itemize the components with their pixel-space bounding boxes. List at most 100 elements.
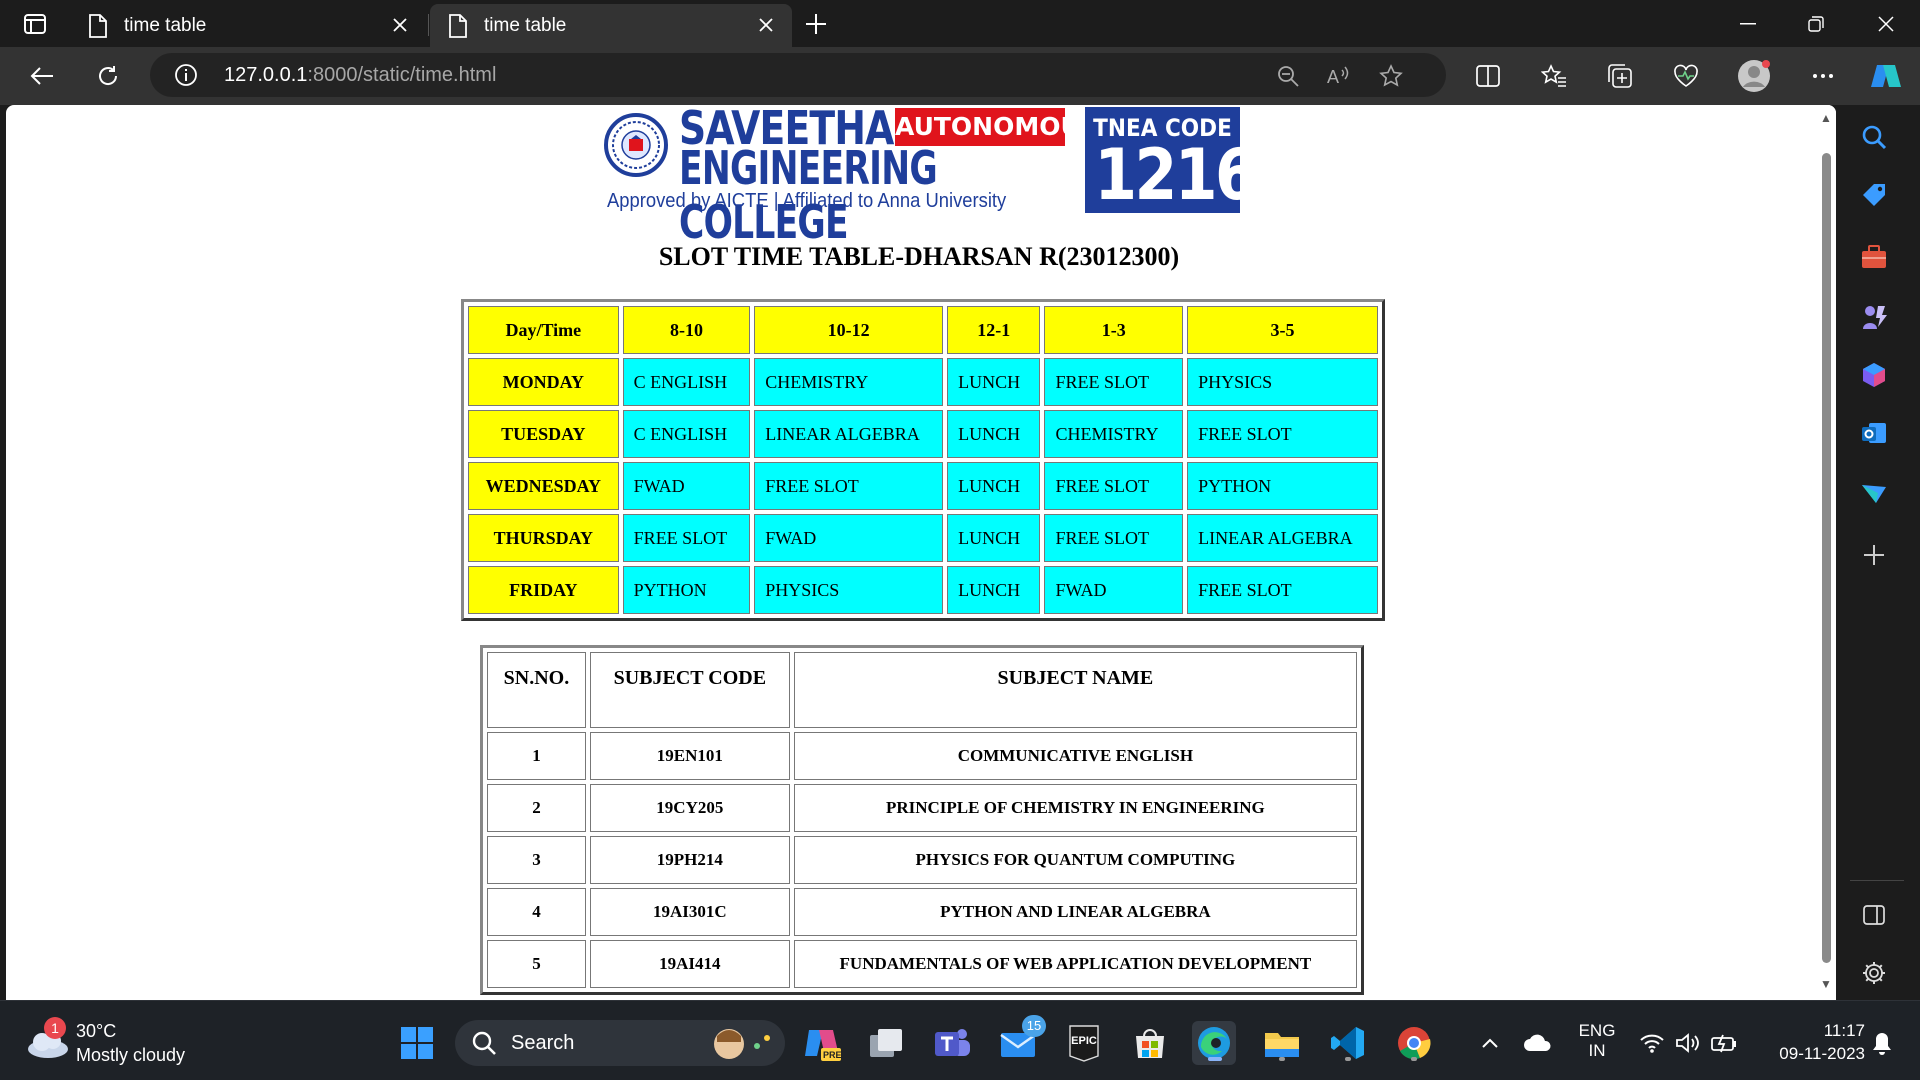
subject-row: 5 19AI414 FUNDAMENTALS OF WEB APPLICATIO… (487, 940, 1357, 988)
timetable-row: TUESDAY C ENGLISH LINEAR ALGEBRA LUNCH C… (468, 410, 1378, 458)
timetable-row: WEDNESDAY FWAD FREE SLOT LUNCH FREE SLOT… (468, 462, 1378, 510)
day-cell: MONDAY (468, 358, 619, 406)
send-drop-icon[interactable] (1856, 475, 1892, 511)
notification-bell-icon[interactable] (1860, 1021, 1904, 1065)
subjects-header-cell: SN.NO. (487, 652, 586, 728)
add-sidebar-app-icon[interactable] (1856, 537, 1892, 573)
teams-icon[interactable] (930, 1021, 974, 1065)
microsoft-store-icon[interactable] (1128, 1021, 1172, 1065)
onedrive-cloud-icon[interactable] (1516, 1021, 1560, 1065)
address-bar[interactable]: 127.0.0.1:8000/static/time.html A (150, 53, 1446, 97)
college-logo: SAVEETHA AUTONOMOUS ENGINEERING COLLEGE … (603, 105, 1258, 249)
clock-date: 09-11-2023 (1779, 1044, 1865, 1063)
slot-cell: FWAD (754, 514, 944, 562)
new-tab-plus-icon[interactable] (800, 8, 832, 40)
vertical-scrollbar[interactable]: ▲ ▼ (1816, 105, 1836, 1000)
close-tab-icon[interactable] (388, 13, 412, 37)
mail-count-badge: 15 (1022, 1015, 1046, 1037)
profile-avatar[interactable] (1734, 56, 1774, 96)
running-indicator (1279, 1057, 1285, 1061)
day-cell: WEDNESDAY (468, 462, 619, 510)
slot-cell: CHEMISTRY (1044, 410, 1184, 458)
language-code: ENG (1578, 1021, 1616, 1040)
epic-games-icon[interactable]: EPIC (1062, 1021, 1106, 1065)
search-highlight-icon (714, 1029, 770, 1059)
restore-icon[interactable] (1782, 0, 1850, 47)
slot-cell: FREE SLOT (1044, 358, 1184, 406)
subject-code: 19AI301C (589, 888, 790, 936)
scroll-up-arrow-icon[interactable]: ▲ (1819, 111, 1833, 125)
slot-cell: PYTHON (1187, 462, 1378, 510)
subject-row: 1 19EN101 COMMUNICATIVE ENGLISH (487, 732, 1357, 780)
rail-divider (1850, 880, 1904, 881)
copilot-pre-icon[interactable]: PRE (800, 1021, 844, 1065)
subject-name: PRINCIPLE OF CHEMISTRY IN ENGINEERING (793, 784, 1357, 832)
tab-actions-icon[interactable] (18, 10, 52, 38)
day-cell: TUESDAY (468, 410, 619, 458)
start-windows-icon[interactable] (395, 1021, 439, 1065)
scrollbar-thumb[interactable] (1822, 153, 1831, 963)
tab-separator (428, 14, 429, 36)
minimize-icon[interactable] (1714, 0, 1782, 47)
close-window-icon[interactable] (1852, 0, 1920, 47)
battery-icon[interactable] (1702, 1021, 1746, 1065)
copilot-icon[interactable] (1866, 56, 1906, 96)
taskbar-search[interactable]: Search (455, 1020, 785, 1066)
collections-icon[interactable] (1600, 56, 1640, 96)
shopping-tag-icon[interactable] (1856, 177, 1892, 213)
subject-sn: 2 (487, 784, 586, 832)
search-icon[interactable] (1856, 119, 1892, 155)
file-explorer-icon[interactable] (1260, 1021, 1304, 1065)
language-indicator[interactable]: ENG IN (1570, 1021, 1624, 1061)
settings-gear-icon[interactable] (1856, 955, 1892, 991)
slot-cell: PYTHON (622, 566, 751, 614)
weather-temperature: 30°C (76, 1021, 117, 1041)
url-path: :8000/static/time.html (307, 64, 497, 86)
tools-briefcase-icon[interactable] (1856, 239, 1892, 275)
chrome-icon[interactable] (1392, 1021, 1436, 1065)
search-icon (472, 1031, 496, 1055)
subject-code: 19AI414 (589, 940, 790, 988)
page-icon (89, 13, 107, 38)
microsoft-365-icon[interactable] (1856, 357, 1892, 393)
mail-icon[interactable]: 15 (996, 1015, 1046, 1065)
more-menu-icon[interactable] (1803, 56, 1843, 96)
tab-title: time table (484, 14, 567, 36)
timetable-header-cell: 12-1 (947, 306, 1041, 354)
show-hidden-icons-chevron[interactable] (1468, 1021, 1512, 1065)
tab-time-table-1[interactable]: time table (70, 4, 426, 47)
outlook-icon[interactable] (1856, 415, 1892, 451)
page-viewport: SAVEETHA AUTONOMOUS ENGINEERING COLLEGE … (6, 105, 1836, 1000)
split-screen-icon[interactable] (1468, 56, 1508, 96)
browser-essentials-icon[interactable] (1666, 56, 1706, 96)
vscode-icon[interactable] (1326, 1021, 1370, 1065)
games-icon[interactable] (1856, 299, 1892, 335)
subject-code: 19PH214 (589, 836, 790, 884)
hide-sidebar-icon[interactable] (1856, 897, 1892, 933)
favorites-icon[interactable] (1534, 56, 1574, 96)
timetable-header-cell: 10-12 (754, 306, 944, 354)
slot-cell: FREE SLOT (1044, 514, 1184, 562)
slot-cell: FREE SLOT (754, 462, 944, 510)
timetable-header-cell: 1-3 (1044, 306, 1184, 354)
taskbar: 1 30°C Mostly cloudy Search PRE 15 EPIC … (0, 1000, 1920, 1080)
zoom-out-icon[interactable] (1273, 61, 1303, 91)
scroll-down-arrow-icon[interactable]: ▼ (1819, 977, 1833, 991)
weather-widget[interactable]: 1 30°C Mostly cloudy (24, 1017, 224, 1067)
url-text[interactable]: 127.0.0.1:8000/static/time.html (224, 64, 496, 87)
subject-sn: 1 (487, 732, 586, 780)
favorite-star-icon[interactable] (1376, 61, 1406, 91)
clock[interactable]: 11:17 09-11-2023 (1745, 1019, 1865, 1065)
edge-browser-icon[interactable] (1192, 1021, 1236, 1065)
close-tab-icon[interactable] (754, 13, 778, 37)
subject-row: 3 19PH214 PHYSICS FOR QUANTUM COMPUTING (487, 836, 1357, 884)
read-aloud-icon[interactable]: A (1324, 61, 1354, 91)
back-arrow-icon[interactable] (22, 56, 62, 96)
tab-time-table-2[interactable]: time table (430, 4, 792, 47)
site-info-icon[interactable] (174, 63, 198, 92)
tnea-code-box: TNEA CODE 1216 (1085, 107, 1258, 213)
timetable-header-row: Day/Time 8-10 10-12 12-1 1-3 3-5 (468, 306, 1378, 354)
task-view-icon[interactable] (864, 1021, 908, 1065)
slot-cell: LINEAR ALGEBRA (754, 410, 944, 458)
refresh-icon[interactable] (88, 56, 128, 96)
